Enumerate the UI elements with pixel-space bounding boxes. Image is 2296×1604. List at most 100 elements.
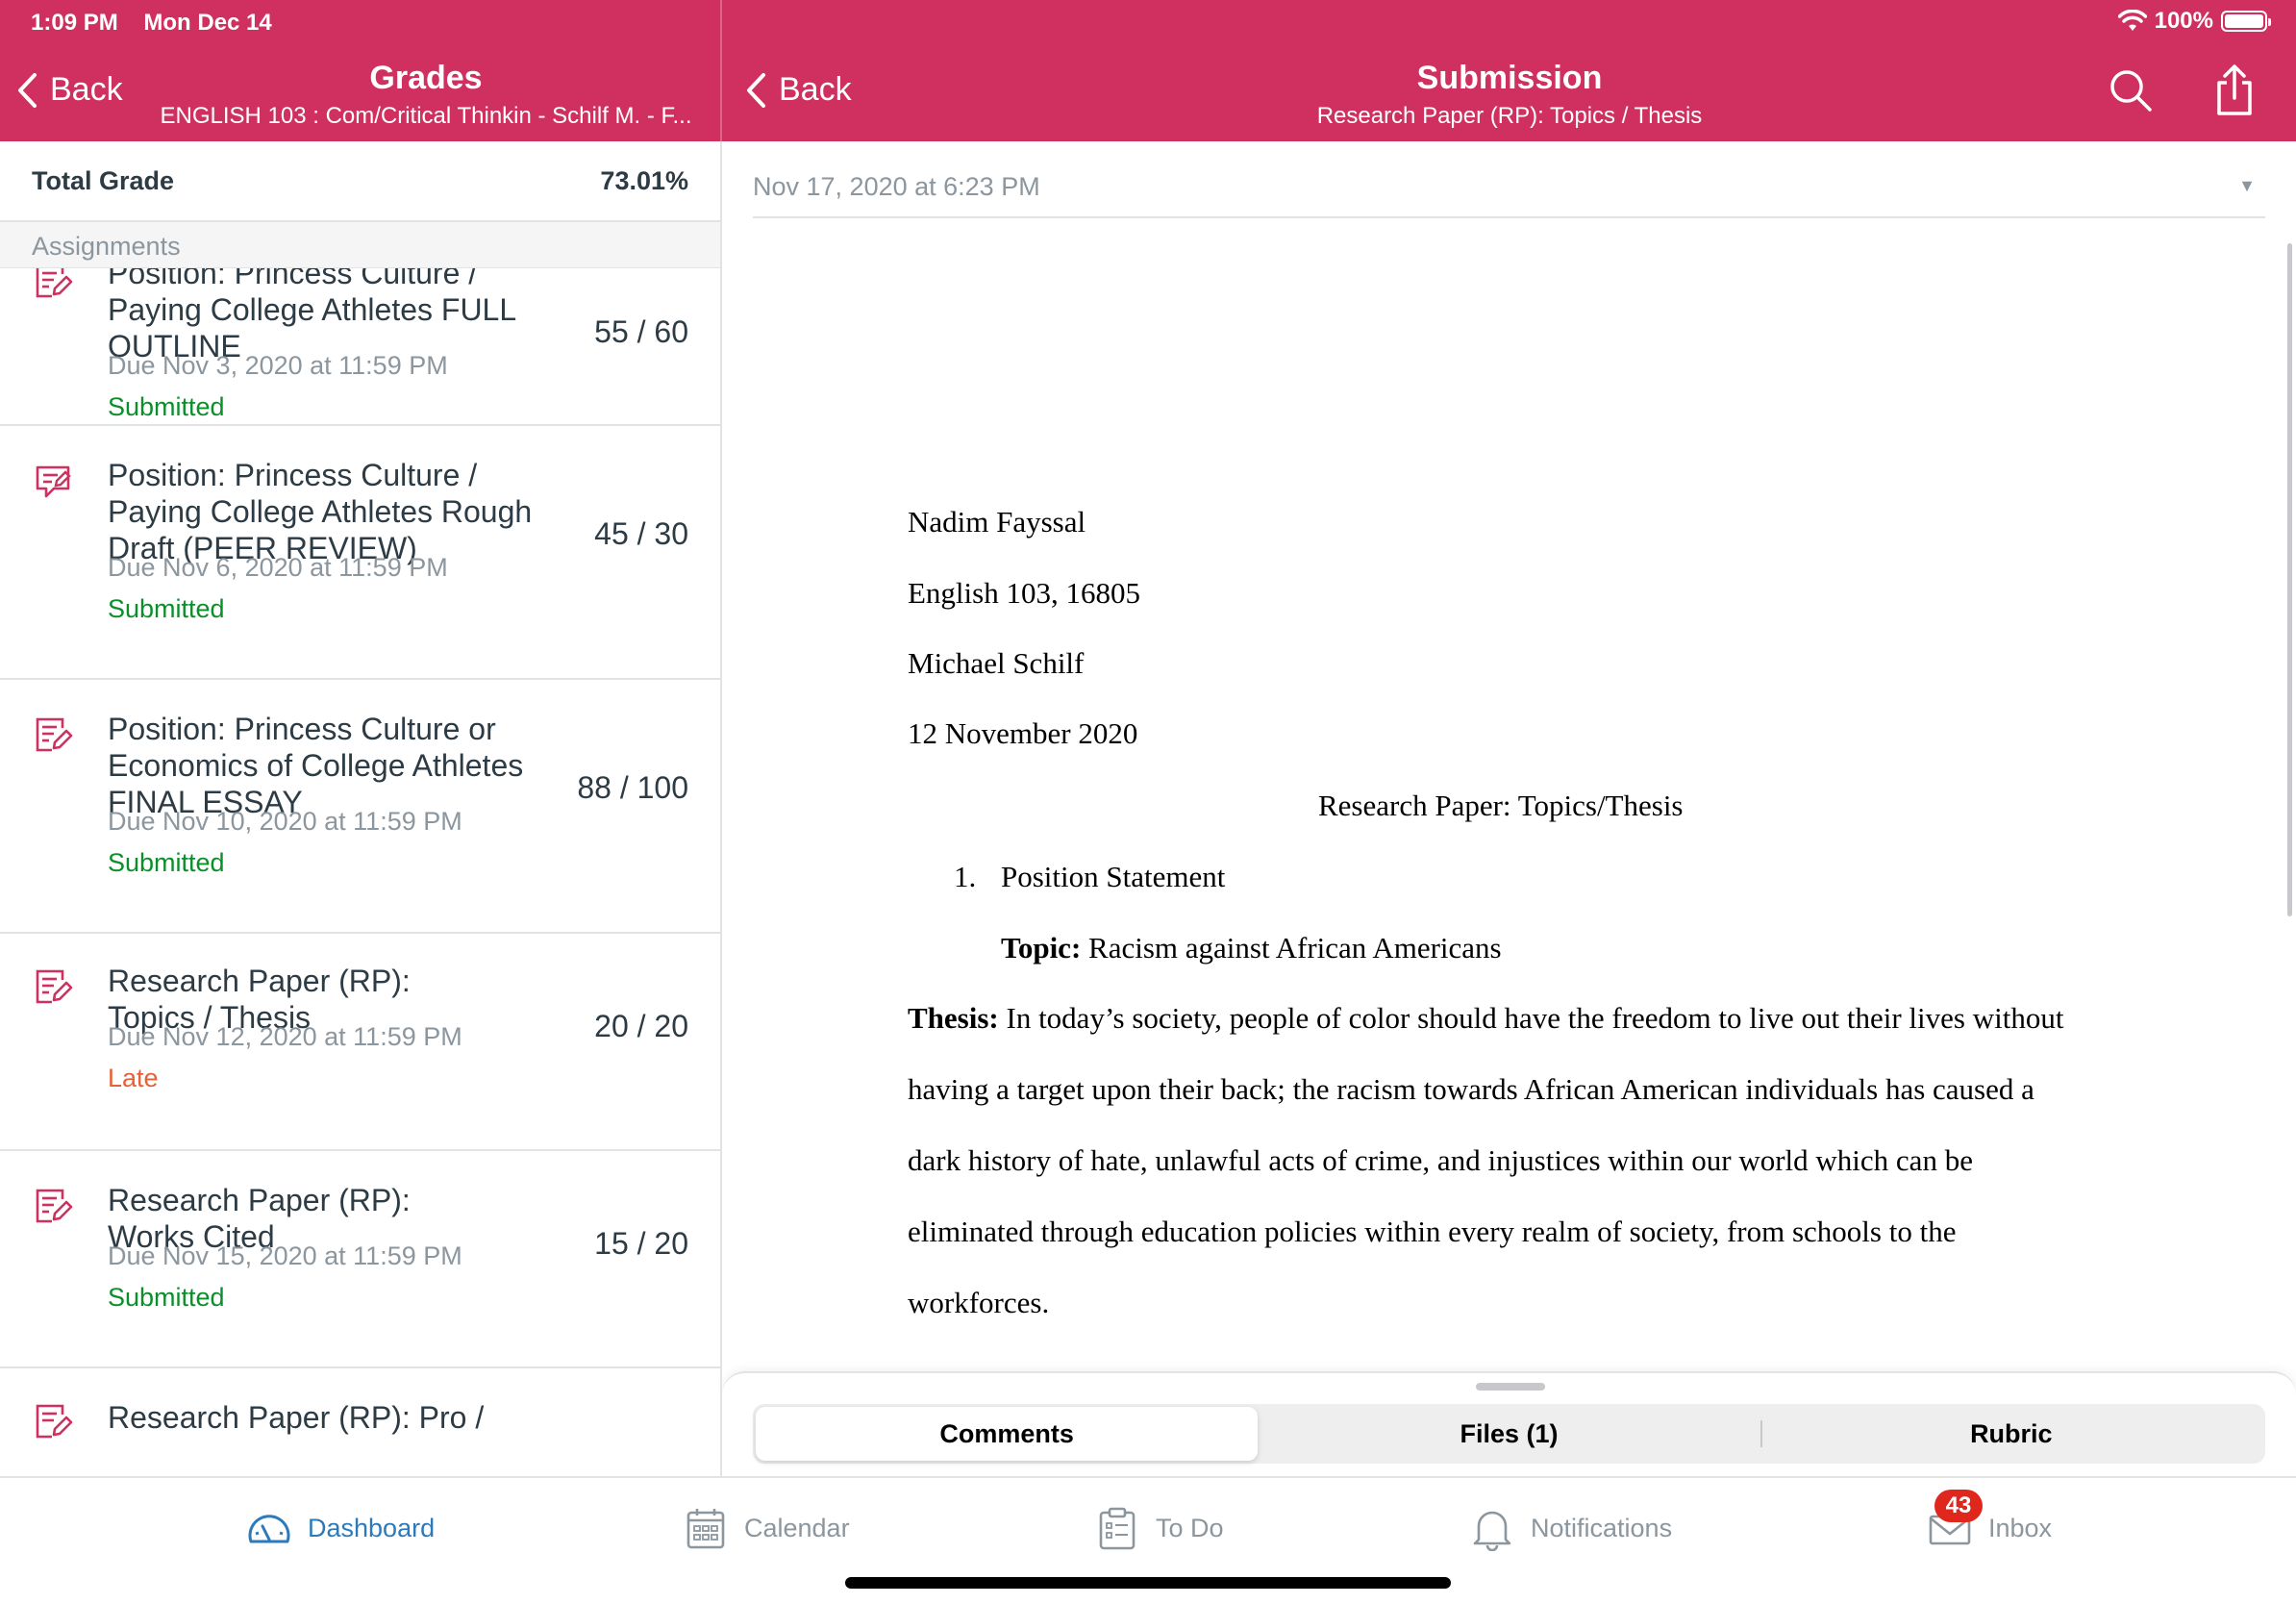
grades-nav-title: Grades ENGLISH 103 : Com/Critical Thinki… xyxy=(144,60,708,130)
status-time: 1:09 PM Mon Dec 14 xyxy=(31,10,272,37)
battery-icon xyxy=(2221,11,2271,32)
assignment-icon xyxy=(36,1404,73,1439)
total-grade-row: Total Grade 73.01% xyxy=(0,141,720,222)
share-icon[interactable] xyxy=(2211,63,2258,117)
doc-topic-label: Topic: xyxy=(1001,931,1082,965)
doc-instructor: Michael Schilf xyxy=(908,646,1085,680)
doc-thesis-line: Thesis: In today’s society, people of co… xyxy=(908,1001,2063,1036)
submission-drawer: Comments Files (1) Rubric xyxy=(722,1371,2296,1476)
doc-list-item: Position Statement xyxy=(1001,860,1226,893)
doc-topic: Topic: Racism against African Americans xyxy=(1001,931,1502,965)
doc-thesis-line: eliminated through education policies wi… xyxy=(908,1215,1957,1248)
dashboard-icon xyxy=(248,1515,290,1543)
assignment-name: Position: Princess Culture / Paying Coll… xyxy=(108,268,515,363)
todo-icon xyxy=(1099,1507,1136,1550)
assignment-subtitle: Research Paper (RP): Topics / Thesis xyxy=(1316,103,1703,129)
total-grade-label: Total Grade xyxy=(32,165,175,195)
attempt-selector[interactable]: Nov 17, 2020 at 6:23 PM ▼ xyxy=(753,172,2265,218)
assignment-name: Position: Princess Culture / Paying Coll… xyxy=(108,458,533,565)
assignment-row[interactable]: Position: Princess Culture / Paying Coll… xyxy=(0,268,720,426)
doc-date: 12 November 2020 xyxy=(908,716,1138,750)
page-title: Submission xyxy=(1416,60,1603,96)
tab-label: To Do xyxy=(1156,1513,1224,1542)
doc-list-number: 1. xyxy=(954,860,977,893)
tab-label: Calendar xyxy=(744,1513,850,1542)
assignment-due: Due Nov 12, 2020 at 11:59 PM xyxy=(108,1022,462,1051)
tab-comments[interactable]: Comments xyxy=(756,1407,1259,1461)
assignment-status: Late xyxy=(108,1064,159,1092)
assignment-row[interactable]: Position: Princess Culture / Paying Coll… xyxy=(0,426,720,680)
tab-files[interactable]: Files (1) xyxy=(1258,1407,1759,1461)
calendar-icon xyxy=(686,1509,725,1549)
assignment-status: Submitted xyxy=(108,848,225,877)
attempt-date: Nov 17, 2020 at 6:23 PM xyxy=(753,172,1040,201)
assignment-icon xyxy=(36,268,73,298)
assignments-list[interactable]: Position: Princess Culture / Paying Coll… xyxy=(0,268,720,1476)
wifi-icon xyxy=(2117,10,2147,31)
assignment-icon xyxy=(36,969,73,1004)
drawer-grabber[interactable] xyxy=(1476,1383,1545,1391)
assignment-due: Due Nov 10, 2020 at 11:59 PM xyxy=(108,807,462,836)
peer-review-icon xyxy=(36,465,71,498)
assignment-score: 20 / 20 xyxy=(594,1009,688,1043)
assignment-row[interactable]: Research Paper (RP): Topics / Thesis Due… xyxy=(0,934,720,1151)
tab-calendar[interactable]: Calendar xyxy=(683,1505,850,1551)
doc-thesis-line: workforces. xyxy=(908,1286,1050,1319)
assignment-row[interactable]: Research Paper (RP): Pro / xyxy=(0,1368,720,1476)
assignment-icon xyxy=(36,717,73,752)
tab-label: Notifications xyxy=(1531,1513,1673,1542)
assignment-status: Submitted xyxy=(108,1283,225,1312)
chevron-left-icon xyxy=(18,72,37,108)
battery-percent: 100% xyxy=(2154,8,2213,34)
back-label: Back xyxy=(50,71,123,108)
tab-todo[interactable]: To Do xyxy=(1094,1505,1224,1551)
assignment-due: Due Nov 6, 2020 at 11:59 PM xyxy=(108,553,448,582)
submission-pane: Nov 17, 2020 at 6:23 PM ▼ Nadim Fayssal … xyxy=(722,141,2296,1476)
chevron-left-icon xyxy=(747,72,765,108)
search-icon[interactable] xyxy=(2108,67,2154,113)
doc-thesis-line: having a target upon their back; the rac… xyxy=(908,1072,2034,1106)
assignment-score: 55 / 60 xyxy=(594,314,688,349)
assignment-row[interactable]: Position: Princess Culture or Economics … xyxy=(0,680,720,934)
top-bar: 1:09 PM Mon Dec 14 100% Back Grades ENGL… xyxy=(0,0,2296,141)
grades-pane: Total Grade 73.01% Assignments Position:… xyxy=(0,141,720,1476)
assignment-row[interactable]: Research Paper (RP): Works Cited Due Nov… xyxy=(0,1151,720,1368)
tab-notifications[interactable]: Notifications xyxy=(1469,1505,1672,1551)
home-indicator[interactable] xyxy=(845,1577,1451,1589)
page-title: Grades xyxy=(369,60,483,96)
course-subtitle: ENGLISH 103 : Com/Critical Thinkin - Sch… xyxy=(160,103,692,129)
nav-divider xyxy=(720,0,722,141)
assignment-status: Submitted xyxy=(108,594,225,623)
status-indicators: 100% xyxy=(2117,8,2271,35)
assignment-due: Due Nov 3, 2020 at 11:59 PM xyxy=(108,351,448,380)
submission-document: Nadim Fayssal English 103, 16805 Michael… xyxy=(722,218,2296,1319)
doc-topic-text: Racism against African Americans xyxy=(1081,931,1502,965)
assignment-due: Due Nov 15, 2020 at 11:59 PM xyxy=(108,1241,462,1270)
total-grade-value: 73.01% xyxy=(600,165,688,195)
clock-time: 1:09 PM xyxy=(31,10,118,36)
doc-thesis-line: dark history of hate, unlawful acts of c… xyxy=(908,1143,1973,1177)
assignment-name: Research Paper (RP): Pro / xyxy=(108,1400,485,1435)
submission-back-button[interactable]: Back xyxy=(744,71,852,109)
assignments-section-header: Assignments xyxy=(0,222,720,268)
assignment-icon xyxy=(36,1189,73,1223)
assignment-status: Submitted xyxy=(108,392,225,421)
tab-rubric[interactable]: Rubric xyxy=(1759,1407,2262,1461)
clock-date: Mon Dec 14 xyxy=(143,10,272,36)
assignment-score: 45 / 30 xyxy=(594,516,688,551)
drawer-tabs: Comments Files (1) Rubric xyxy=(753,1404,2265,1464)
tab-label: Dashboard xyxy=(308,1513,436,1542)
submission-nav-title: Submission Research Paper (RP): Topics /… xyxy=(1125,60,1894,130)
doc-thesis-text: In today’s society, people of color shou… xyxy=(998,1001,2064,1035)
grades-back-button[interactable]: Back xyxy=(15,71,123,109)
document-scrollbar[interactable] xyxy=(2287,243,2292,916)
assignment-name: Position: Princess Culture or Economics … xyxy=(108,712,524,819)
chevron-down-icon: ▼ xyxy=(2238,176,2256,195)
tab-inbox[interactable]: Inbox 43 xyxy=(1927,1490,2052,1551)
assignment-score: 88 / 100 xyxy=(577,770,688,805)
doc-author: Nadim Fayssal xyxy=(908,505,1086,539)
section-label: Assignments xyxy=(32,232,181,261)
tab-dashboard[interactable]: Dashboard xyxy=(246,1505,435,1551)
inbox-badge: 43 xyxy=(1934,1490,1983,1522)
bell-icon xyxy=(1473,1511,1511,1551)
